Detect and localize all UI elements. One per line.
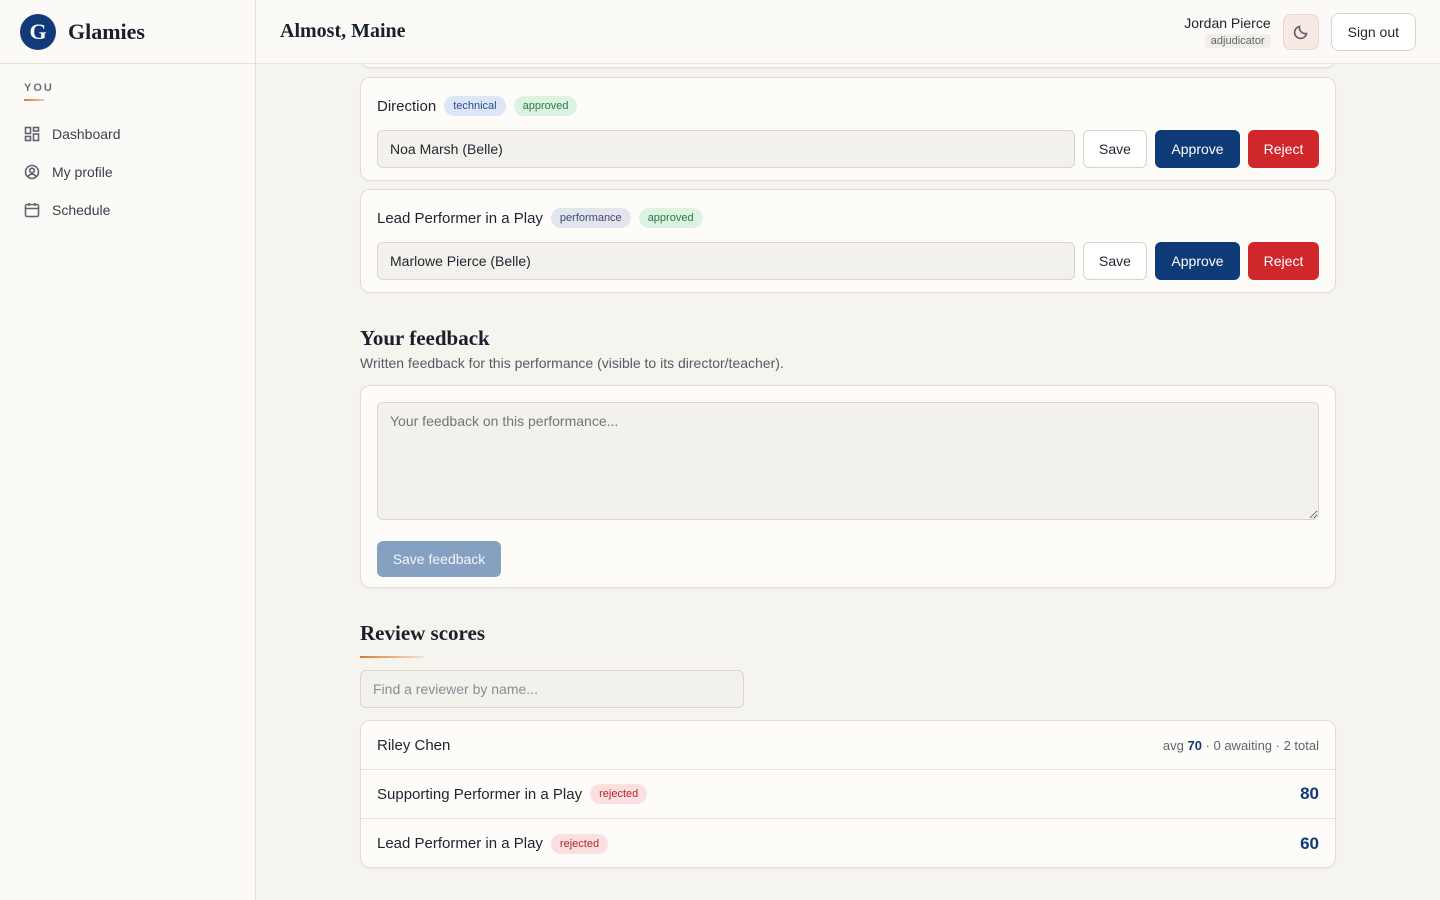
feedback-textarea[interactable] xyxy=(377,402,1319,520)
save-feedback-button[interactable]: Save feedback xyxy=(377,541,501,577)
score-award-name: Lead Performer in a Play xyxy=(377,835,543,852)
page-title: Almost, Maine xyxy=(280,20,406,42)
calendar-icon xyxy=(24,203,40,218)
reviewer-name: Riley Chen xyxy=(377,736,451,754)
brand[interactable]: G Glamies xyxy=(0,0,255,64)
approve-button[interactable]: Approve xyxy=(1155,242,1240,280)
user-info: Jordan Pierce adjudicator xyxy=(1184,15,1271,49)
sidebar-item-label: My profile xyxy=(52,164,113,180)
user-role-badge: adjudicator xyxy=(1204,34,1271,48)
status-badge: rejected xyxy=(550,833,609,854)
save-button[interactable]: Save xyxy=(1083,242,1147,280)
sidebar-item-label: Schedule xyxy=(52,202,111,218)
status-badge: approved xyxy=(513,96,578,116)
review-scores-title: Review scores xyxy=(360,621,485,645)
reviewer-search-input[interactable] xyxy=(360,670,744,708)
reject-button[interactable]: Reject xyxy=(1248,242,1319,280)
theme-toggle-button[interactable] xyxy=(1282,14,1319,50)
nominee-input[interactable] xyxy=(377,242,1075,280)
sidebar-item-my-profile[interactable]: My profile xyxy=(24,153,231,191)
feedback-subtitle: Written feedback for this performance (v… xyxy=(360,355,784,371)
award-title: Direction xyxy=(377,97,437,115)
sidebar-item-label: Dashboard xyxy=(52,126,121,142)
dashboard-icon xyxy=(24,126,40,142)
status-badge: rejected xyxy=(590,784,648,804)
feedback-card: Save feedback xyxy=(360,385,1336,588)
score-row: Supporting Performer in a Play rejected … xyxy=(361,770,1335,819)
feedback-section-title: Your feedback xyxy=(360,326,490,350)
nav-heading: YOU xyxy=(24,82,54,94)
award-card: Lead Performer in a Play performance app… xyxy=(360,189,1336,293)
score-award-name: Supporting Performer in a Play xyxy=(377,785,583,803)
category-badge: performance xyxy=(550,208,631,228)
user-name: Jordan Pierce xyxy=(1184,15,1271,31)
save-button[interactable]: Save xyxy=(1083,130,1147,168)
nav-section-you: YOU Dashboard My profile Schedule xyxy=(0,64,255,229)
header-actions: Jordan Pierce adjudicator Sign out xyxy=(1184,13,1416,51)
sidebar-item-schedule[interactable]: Schedule xyxy=(24,191,231,229)
award-actions: Save Approve Reject xyxy=(377,242,1319,280)
award-actions: Save Approve Reject xyxy=(377,130,1319,168)
sidebar: G Glamies YOU Dashboard My profile Sched… xyxy=(0,0,256,900)
reject-button[interactable]: Reject xyxy=(1248,130,1319,168)
status-badge: approved xyxy=(638,208,703,228)
award-title: Lead Performer in a Play xyxy=(377,209,543,227)
category-badge: technical xyxy=(444,96,506,116)
brand-logo: G xyxy=(20,13,56,50)
award-card: Direction technical approved Save Approv… xyxy=(360,77,1336,181)
score-value: 80 xyxy=(1300,784,1319,803)
award-title-row: Direction technical approved xyxy=(377,94,1319,118)
approve-button[interactable]: Approve xyxy=(1155,130,1240,168)
moon-icon xyxy=(1293,25,1308,40)
top-header: Almost, Maine Jordan Pierce adjudicator … xyxy=(256,0,1440,64)
score-row: Lead Performer in a Play rejected 60 xyxy=(361,819,1335,867)
reviewer-scores-card: Riley Chen avg 70 · 0 awaiting · 2 total… xyxy=(360,720,1336,868)
avg-value: 70 xyxy=(1187,737,1202,753)
reviewer-summary: · 0 awaiting · 2 total xyxy=(1201,737,1319,753)
user-circle-icon xyxy=(24,164,40,180)
award-title-row: Lead Performer in a Play performance app… xyxy=(377,206,1319,230)
nominee-input[interactable] xyxy=(377,130,1075,168)
reviewer-stats: avg 70 · 0 awaiting · 2 total xyxy=(1163,738,1319,753)
nav-heading-underline xyxy=(24,99,44,101)
reviewer-header-row[interactable]: Riley Chen avg 70 · 0 awaiting · 2 total xyxy=(361,721,1335,770)
sign-out-button[interactable]: Sign out xyxy=(1330,13,1416,51)
avg-label: avg xyxy=(1162,737,1184,753)
score-value: 60 xyxy=(1300,833,1319,853)
brand-logo-letter: G xyxy=(29,18,47,44)
brand-name: Glamies xyxy=(68,18,145,44)
sidebar-item-dashboard[interactable]: Dashboard xyxy=(24,115,231,153)
section-title-underline xyxy=(360,656,424,658)
